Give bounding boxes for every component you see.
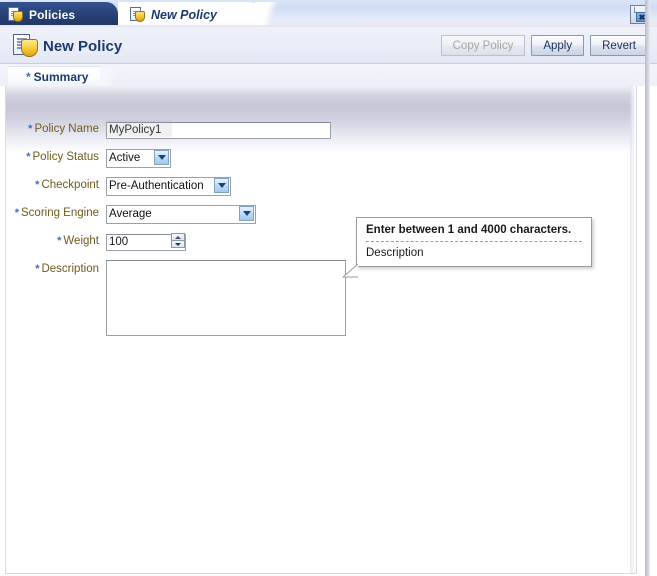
apply-button[interactable]: Apply (531, 35, 585, 56)
tooltip-body: Description (366, 247, 424, 259)
application-window: Policies New Policy ✖ New Policy Copy Po… (0, 0, 657, 576)
required-marker: * (26, 69, 31, 84)
field-row-description: * Description (6, 260, 346, 336)
tab-policies[interactable]: Policies (0, 2, 118, 27)
required-marker: * (35, 263, 40, 275)
page-title-text: New Policy (43, 37, 123, 55)
required-marker: * (26, 151, 31, 163)
content-panel: *Policy Name *Policy Status Active (5, 86, 637, 574)
page-title: New Policy (13, 34, 122, 58)
tab-summary[interactable]: * Summary (8, 66, 127, 87)
revert-button[interactable]: Revert (590, 35, 648, 56)
policy-name-label-text: Policy Name (34, 123, 99, 135)
description-label: * Description (6, 260, 99, 277)
required-marker: * (57, 235, 62, 247)
field-row-scoring-engine: * Scoring Engine Average (6, 204, 256, 224)
policy-name-label: * Policy Name (6, 120, 99, 137)
panel-right-edge (630, 86, 636, 573)
apply-button-label: Apply (543, 39, 573, 52)
tooltip-pointer (341, 263, 359, 278)
policy-document-shield-icon (13, 34, 39, 58)
page-toolbar: New Policy Copy Policy Apply Revert (0, 27, 657, 64)
copy-policy-button-label: Copy Policy (452, 39, 514, 52)
field-row-policy-status: * Policy Status Active (6, 148, 171, 168)
tab-summary-label: Summary (33, 69, 89, 84)
checkpoint-label: * Checkpoint (6, 176, 99, 193)
weight-label-text: Weight (63, 235, 99, 247)
revert-button-label: Revert (602, 39, 636, 52)
checkpoint-label-text: Checkpoint (41, 179, 99, 191)
policy-status-label: * Policy Status (6, 148, 99, 165)
field-row-policy-name: * Policy Name (6, 120, 331, 139)
policy-status-select[interactable]: Active (106, 148, 171, 168)
tab-policies-label: Policies (29, 7, 76, 22)
scoring-engine-label-text: Scoring Engine (21, 207, 99, 219)
scoring-engine-select[interactable]: Average (106, 204, 256, 224)
required-marker: * (14, 207, 19, 219)
description-textarea[interactable] (106, 260, 346, 336)
field-row-checkpoint: * Checkpoint Pre-Authentication (6, 176, 231, 196)
weight-stepper[interactable] (171, 233, 185, 248)
panel-gradient-header (6, 86, 636, 152)
sub-tab-bar: * Summary (0, 64, 657, 87)
required-marker: * (35, 179, 40, 191)
policy-status-label-text: Policy Status (32, 151, 99, 163)
tab-new-policy[interactable]: New Policy (118, 2, 285, 27)
tab-bar: Policies New Policy ✖ (0, 0, 657, 27)
toolbar-button-group: Copy Policy Apply Revert (440, 35, 648, 56)
tab-new-policy-label: New Policy (151, 7, 217, 22)
scoring-engine-label: * Scoring Engine (6, 204, 99, 221)
policy-shield-icon (130, 6, 145, 23)
checkpoint-select[interactable]: Pre-Authentication (106, 176, 231, 196)
window-right-edge (645, 0, 650, 576)
stepper-up-icon[interactable] (171, 233, 185, 241)
policy-shield-icon (8, 6, 23, 23)
stepper-down-icon[interactable] (171, 241, 185, 248)
description-hint-tooltip: Enter between 1 and 4000 characters. Des… (341, 217, 592, 278)
field-row-weight: * Weight (6, 232, 186, 251)
description-label-text: Description (41, 263, 99, 275)
weight-label: * Weight (6, 232, 99, 249)
copy-policy-button[interactable]: Copy Policy (440, 35, 526, 56)
required-marker: * (28, 123, 33, 135)
tooltip-title: Enter between 1 and 4000 characters. (366, 224, 582, 242)
policy-name-input[interactable] (106, 121, 331, 139)
